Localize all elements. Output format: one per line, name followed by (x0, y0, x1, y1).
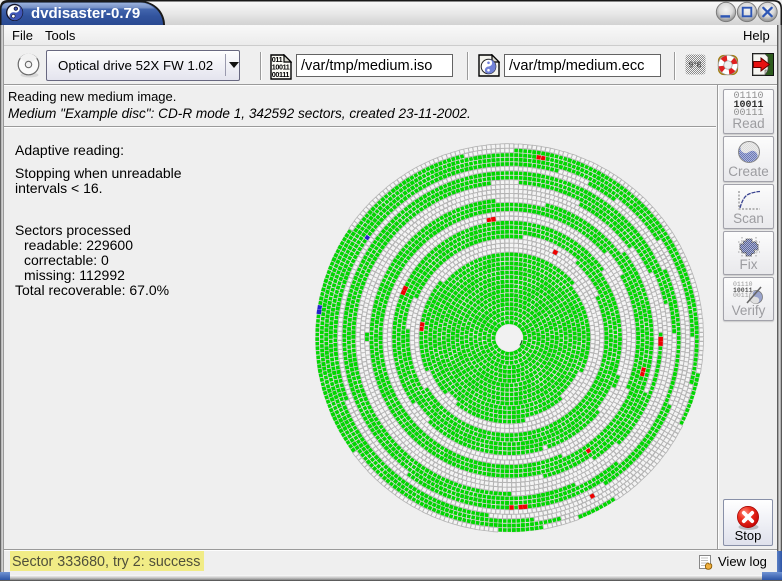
svg-text:00111: 00111 (272, 70, 290, 79)
svg-text:9°8: 9°8 (689, 60, 702, 70)
svg-text:dvdisaster-0.79: dvdisaster-0.79 (31, 5, 140, 22)
